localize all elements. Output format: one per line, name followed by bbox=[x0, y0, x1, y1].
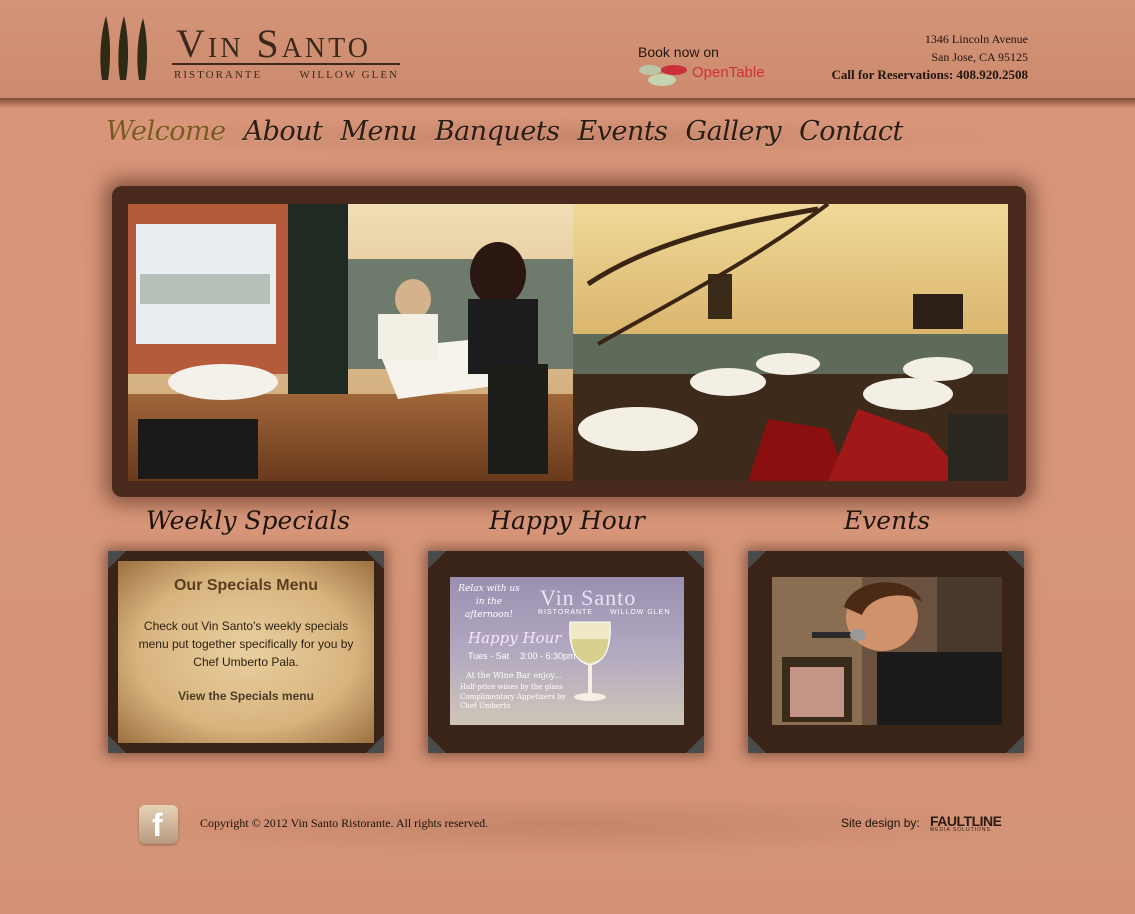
events-card[interactable] bbox=[748, 551, 1024, 753]
logo-subtitle: Ristorante Willow Glen bbox=[174, 69, 399, 81]
corner-bottom-left bbox=[748, 735, 766, 753]
nav-about[interactable]: About bbox=[244, 116, 323, 147]
facebook-letter: f bbox=[152, 807, 163, 843]
cypress-trees-icon bbox=[100, 16, 148, 80]
faultline-logo[interactable]: FAULTLINE MEDIA SOLUTIONS bbox=[930, 813, 1002, 833]
nav-welcome[interactable]: Welcome bbox=[106, 116, 226, 147]
address-street: 1346 Lincoln Avenue bbox=[924, 32, 1028, 46]
corner-top-right bbox=[1006, 551, 1024, 569]
logo-rule bbox=[172, 63, 400, 65]
vin-santo-logo[interactable]: Vin Santo Ristorante Willow Glen bbox=[96, 14, 406, 90]
happy-hour-heading: Happy Hour bbox=[489, 506, 645, 535]
nav-banquets[interactable]: Banquets bbox=[435, 116, 560, 147]
main-nav: Welcome About Menu Banquets Events Galle… bbox=[106, 116, 903, 147]
specials-card[interactable]: Our Specials Menu Check out Vin Santo's … bbox=[108, 551, 384, 753]
logo-subtitle-left: Ristorante bbox=[174, 69, 263, 81]
specials-description: Check out Vin Santo's weekly specials me… bbox=[138, 619, 354, 669]
address-city: San Jose, CA 95125 bbox=[931, 50, 1028, 64]
happy-hour-brand: Vin Santo bbox=[540, 585, 637, 610]
corner-top-left bbox=[428, 551, 446, 569]
logo-subtitle-right: Willow Glen bbox=[299, 69, 399, 81]
nav-gallery[interactable]: Gallery bbox=[686, 116, 782, 147]
opentable-link[interactable]: OpenTable bbox=[638, 62, 778, 88]
opentable-text: OpenTable bbox=[692, 64, 765, 81]
logo-name: Vin Santo bbox=[176, 21, 371, 66]
happy-hour-item-1: Half-price wines by the glass bbox=[460, 683, 563, 691]
happy-hour-panel: Relax with us in the afternoon! Vin Sant… bbox=[450, 577, 684, 725]
site-design-label: Site design by: bbox=[841, 816, 920, 830]
opentable-icon bbox=[639, 65, 687, 86]
copyright-text: Copyright © 2012 Vin Santo Ristorante. A… bbox=[200, 816, 489, 830]
faultline-sub: MEDIA SOLUTIONS bbox=[930, 827, 991, 833]
happy-hour-wine-bar: At the Wine Bar enjoy... bbox=[466, 671, 562, 680]
corner-bottom-right bbox=[686, 735, 704, 753]
book-now-label: Book now on bbox=[638, 44, 719, 60]
happy-hour-title: Happy Hour bbox=[468, 629, 562, 647]
happy-hour-item-2: Complimentary Appetizers by Chef Umberto bbox=[460, 693, 566, 710]
events-panel bbox=[772, 577, 1002, 725]
hero-photo bbox=[128, 204, 1008, 481]
header-divider bbox=[0, 98, 1135, 108]
facebook-icon[interactable]: f bbox=[139, 805, 178, 844]
singer-photo-image bbox=[772, 577, 1002, 725]
nav-menu[interactable]: Menu bbox=[340, 116, 417, 147]
corner-top-left bbox=[748, 551, 766, 569]
nav-contact[interactable]: Contact bbox=[799, 116, 903, 147]
restaurant-interior-image bbox=[128, 204, 1008, 481]
view-specials-link[interactable]: View the Specials menu bbox=[178, 689, 314, 703]
corner-bottom-left bbox=[428, 735, 446, 753]
corner-bottom-right bbox=[1006, 735, 1024, 753]
happy-hour-brand-left: Ristorante bbox=[538, 609, 593, 616]
nav-events[interactable]: Events bbox=[578, 116, 669, 147]
reservations-phone[interactable]: Call for Reservations: 408.920.2508 bbox=[831, 66, 1028, 84]
happy-hour-tagline: Relax with us in the afternoon! bbox=[458, 584, 520, 620]
corner-top-right bbox=[686, 551, 704, 569]
weekly-specials-heading: Weekly Specials bbox=[145, 506, 351, 535]
address-block: 1346 Lincoln Avenue San Jose, CA 95125 C… bbox=[831, 30, 1028, 84]
happy-hour-card[interactable]: Relax with us in the afternoon! Vin Sant… bbox=[428, 551, 704, 753]
events-heading: Events bbox=[843, 506, 931, 535]
happy-hour-brand-right: Willow Glen bbox=[610, 609, 671, 616]
happy-hour-days: Tues - Sat bbox=[468, 651, 510, 661]
specials-panel: Our Specials Menu Check out Vin Santo's … bbox=[118, 561, 374, 743]
specials-title: Our Specials Menu bbox=[173, 577, 319, 594]
